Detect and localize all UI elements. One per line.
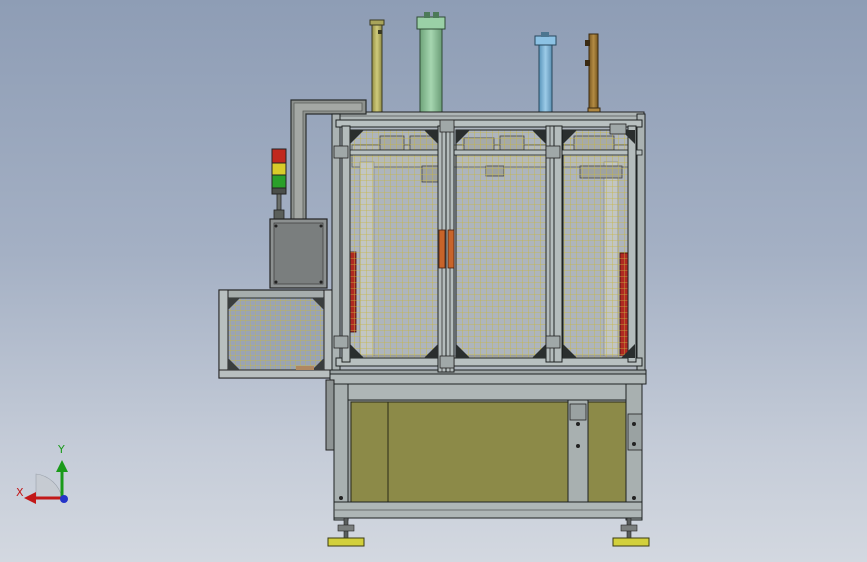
side-guard-box[interactable]: [218, 289, 333, 379]
axis-triad-icon: [24, 460, 68, 504]
axis-x-label: X: [16, 486, 24, 499]
control-box[interactable]: [269, 218, 328, 289]
base-panel-center: [387, 401, 569, 503]
signal-tower: [271, 148, 287, 221]
cylinders[interactable]: [369, 12, 601, 121]
upper-frame[interactable]: [329, 113, 647, 385]
foot-left: [327, 537, 365, 547]
signal-light-red: [271, 148, 287, 164]
graphics-viewport[interactable]: X Y: [0, 0, 867, 562]
leveling-feet: [327, 517, 650, 547]
olive-cylinder: [371, 21, 383, 121]
door-handle-right: [447, 229, 455, 269]
base-cabinet[interactable]: [325, 373, 647, 521]
brown-cylinder: [588, 33, 599, 115]
base-panel-right: [587, 401, 627, 503]
foot-right: [612, 537, 650, 547]
base-panel-left: [350, 401, 389, 503]
signal-light-yellow: [271, 162, 287, 176]
door-handle-left: [438, 229, 446, 269]
blue-cylinder: [538, 43, 553, 119]
signal-light-green: [271, 174, 287, 189]
green-cylinder: [419, 25, 443, 119]
machine-model[interactable]: [0, 0, 867, 562]
axis-y-label: Y: [58, 443, 65, 456]
